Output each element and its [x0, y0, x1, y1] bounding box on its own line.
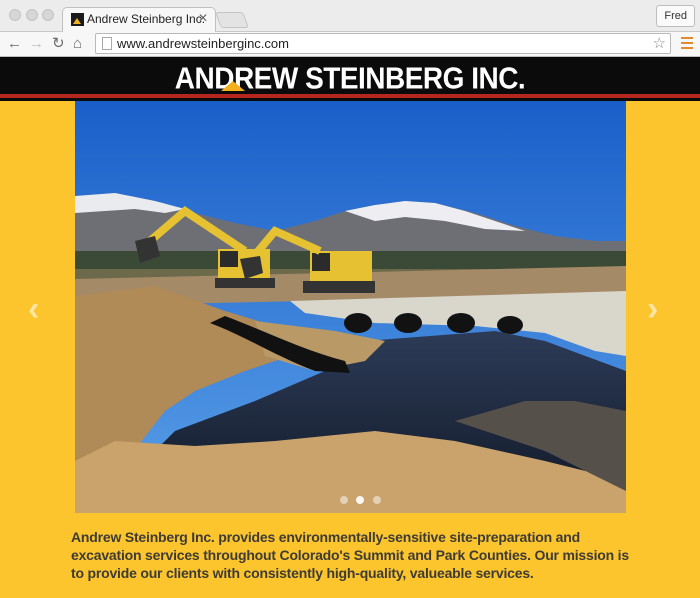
next-slide-arrow-icon[interactable]: ›	[647, 292, 658, 326]
new-tab-button[interactable]	[215, 12, 249, 28]
page-icon	[102, 37, 112, 50]
slide-dot-3[interactable]	[372, 496, 381, 504]
browser-tab[interactable]: Andrew Steinberg Inc. ✕	[62, 7, 216, 32]
logo-mountain-icon	[221, 81, 245, 91]
profile-button[interactable]: Fred	[656, 5, 695, 27]
prev-slide-arrow-icon[interactable]: ‹	[28, 292, 39, 326]
slide-dot-2[interactable]	[356, 496, 365, 504]
slide-dot-1[interactable]	[340, 496, 348, 504]
tab-title: Andrew Steinberg Inc.	[87, 12, 206, 26]
hero-slide-image	[75, 101, 626, 513]
back-arrow-icon[interactable]: ←	[7, 34, 22, 54]
window-minimize-button[interactable]	[26, 9, 38, 21]
home-icon[interactable]: ⌂	[73, 34, 82, 54]
url-text: www.andrewsteinberginc.com	[117, 36, 289, 51]
tab-close-icon[interactable]: ✕	[198, 11, 208, 25]
bookmark-star-icon[interactable]: ☆	[653, 34, 666, 53]
slider-pagination	[340, 491, 385, 509]
header-stripe	[0, 94, 700, 98]
forward-arrow-icon[interactable]: →	[29, 34, 44, 54]
browser-tab-bar: Andrew Steinberg Inc. ✕ Fred	[0, 0, 700, 32]
menu-icon[interactable]	[681, 37, 693, 52]
site-favicon-icon	[71, 13, 84, 26]
address-bar[interactable]: www.andrewsteinberginc.com ☆	[95, 33, 671, 54]
site-header: ANDREW STEINBERG INC.	[0, 57, 700, 101]
site-logo[interactable]: ANDREW STEINBERG INC.	[0, 62, 700, 97]
company-description: Andrew Steinberg Inc. provides environme…	[71, 529, 629, 581]
window-zoom-button[interactable]	[42, 9, 54, 21]
window-close-button[interactable]	[9, 9, 21, 21]
reload-icon[interactable]: ↻	[52, 34, 65, 54]
browser-toolbar: ← → ↻ ⌂ www.andrewsteinberginc.com ☆	[0, 32, 700, 57]
